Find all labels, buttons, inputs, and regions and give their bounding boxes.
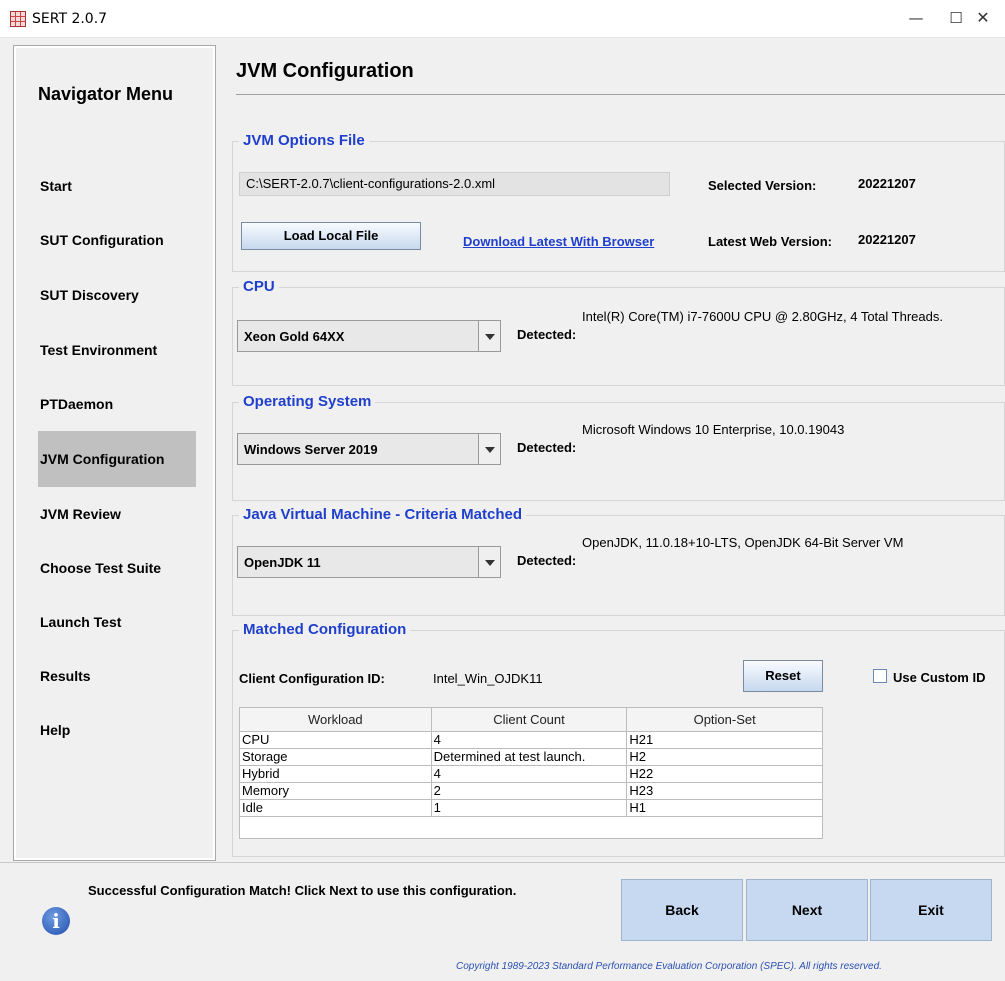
back-button[interactable]: Back xyxy=(621,879,743,941)
jvm-section: Java Virtual Machine - Criteria Matched … xyxy=(232,506,1005,616)
cell-client-count: 2 xyxy=(430,782,628,800)
jvm-detected-label: Detected: xyxy=(517,553,577,568)
nav-item-jvm-configuration[interactable]: JVM Configuration xyxy=(38,431,196,487)
nav-item-results[interactable]: Results xyxy=(38,648,198,704)
title-bar: SERT 2.0.7 — ☐ ✕ xyxy=(0,0,1005,38)
jvm-select-value: OpenJDK 11 xyxy=(244,555,321,570)
navigator-menu: Navigator Menu Start SUT Configuration S… xyxy=(13,45,216,861)
nav-item-choose-test-suite[interactable]: Choose Test Suite xyxy=(38,540,198,596)
load-local-file-button[interactable]: Load Local File xyxy=(241,222,421,250)
cell-option-set: H2 xyxy=(626,748,823,766)
close-button[interactable]: ✕ xyxy=(960,0,1005,36)
cpu-detected-label: Detected: xyxy=(517,327,577,342)
os-select[interactable]: Windows Server 2019 xyxy=(237,433,501,465)
chevron-down-icon[interactable] xyxy=(478,547,500,577)
matched-configuration-legend: Matched Configuration xyxy=(239,621,411,638)
os-detected-label: Detected: xyxy=(517,440,577,455)
latest-web-version-value: 20221207 xyxy=(858,232,916,247)
cell-workload: Storage xyxy=(239,748,432,766)
table-row[interactable]: Idle 1 H1 xyxy=(239,799,823,817)
next-button[interactable]: Next xyxy=(746,879,868,941)
nav-item-help[interactable]: Help xyxy=(38,702,198,758)
cpu-select-value: Xeon Gold 64XX xyxy=(244,329,345,344)
cell-option-set: H22 xyxy=(626,765,823,783)
os-section: Operating System Windows Server 2019 Det… xyxy=(232,393,1005,501)
cell-workload: Hybrid xyxy=(239,765,432,783)
cell-client-count: 4 xyxy=(430,731,628,749)
client-config-id-value: Intel_Win_OJDK11 xyxy=(433,671,543,686)
client-config-id-label: Client Configuration ID: xyxy=(239,671,385,686)
cpu-select[interactable]: Xeon Gold 64XX xyxy=(237,320,501,352)
page-title: JVM Configuration xyxy=(236,60,414,82)
chevron-down-icon[interactable] xyxy=(478,321,500,351)
selected-version-label: Selected Version: xyxy=(708,178,817,193)
jvm-options-legend: JVM Options File xyxy=(239,132,369,149)
info-icon: i xyxy=(42,907,70,935)
footer: i Successful Configuration Match! Click … xyxy=(0,862,1005,981)
download-latest-link[interactable]: Download Latest With Browser xyxy=(463,234,654,249)
nav-item-jvm-review[interactable]: JVM Review xyxy=(38,486,198,542)
nav-item-launch-test[interactable]: Launch Test xyxy=(38,594,198,650)
table-row[interactable]: CPU 4 H21 xyxy=(239,731,823,749)
workload-table: Workload Client Count Option-Set CPU 4 H… xyxy=(239,707,823,839)
cpu-section: CPU Xeon Gold 64XX Detected: Intel(R) Co… xyxy=(232,278,1005,386)
custom-id-label: Use Custom ID xyxy=(893,670,986,685)
jvm-detected-value: OpenJDK, 11.0.18+10-LTS, OpenJDK 64-Bit … xyxy=(582,535,904,550)
navigator-title: Navigator Menu xyxy=(38,84,174,104)
main-panel: JVM Configuration JVM Options File C:\SE… xyxy=(222,46,1005,860)
cpu-detected-value: Intel(R) Core(TM) i7-7600U CPU @ 2.80GHz… xyxy=(582,309,943,324)
os-select-value: Windows Server 2019 xyxy=(244,442,378,457)
selected-version-value: 20221207 xyxy=(858,176,916,191)
cell-workload: CPU xyxy=(239,731,432,749)
chevron-down-icon[interactable] xyxy=(478,434,500,464)
os-detected-value: Microsoft Windows 10 Enterprise, 10.0.19… xyxy=(582,422,845,437)
cell-option-set: H21 xyxy=(626,731,823,749)
jvm-options-section: JVM Options File C:\SERT-2.0.7\client-co… xyxy=(232,132,1005,272)
status-message: Successful Configuration Match! Click Ne… xyxy=(88,883,517,898)
exit-button[interactable]: Exit xyxy=(870,879,992,941)
app-grid-icon xyxy=(10,11,26,27)
os-legend: Operating System xyxy=(239,393,376,410)
reset-button[interactable]: Reset xyxy=(743,660,823,692)
header-workload[interactable]: Workload xyxy=(239,707,432,732)
cell-client-count: 1 xyxy=(430,799,628,817)
custom-id-checkbox[interactable] xyxy=(873,669,887,683)
cell-client-count: Determined at test launch. xyxy=(430,748,628,766)
options-file-path: C:\SERT-2.0.7\client-configurations-2.0.… xyxy=(239,172,670,196)
jvm-select[interactable]: OpenJDK 11 xyxy=(237,546,501,578)
nav-item-test-environment[interactable]: Test Environment xyxy=(38,322,198,378)
nav-item-sut-configuration[interactable]: SUT Configuration xyxy=(38,212,198,268)
latest-web-version-label: Latest Web Version: xyxy=(708,234,833,249)
jvm-legend: Java Virtual Machine - Criteria Matched xyxy=(239,506,526,523)
matched-configuration-section: Matched Configuration Client Configurati… xyxy=(232,621,1005,857)
nav-item-sut-discovery[interactable]: SUT Discovery xyxy=(38,267,198,323)
table-header-row: Workload Client Count Option-Set xyxy=(239,707,823,732)
cell-client-count: 4 xyxy=(430,765,628,783)
nav-item-start[interactable]: Start xyxy=(38,158,198,214)
table-row[interactable]: Hybrid 4 H22 xyxy=(239,765,823,783)
window-title: SERT 2.0.7 xyxy=(32,11,108,27)
title-divider xyxy=(236,94,1005,95)
header-option-set[interactable]: Option-Set xyxy=(626,707,823,732)
table-row[interactable]: Storage Determined at test launch. H2 xyxy=(239,748,823,766)
cell-workload: Memory xyxy=(239,782,432,800)
cell-workload: Idle xyxy=(239,799,432,817)
cell-option-set: H23 xyxy=(626,782,823,800)
cpu-legend: CPU xyxy=(239,278,279,295)
copyright-text: Copyright 1989-2023 Standard Performance… xyxy=(456,961,882,972)
header-client-count[interactable]: Client Count xyxy=(430,707,628,732)
table-empty-row xyxy=(239,816,823,839)
nav-item-ptdaemon[interactable]: PTDaemon xyxy=(38,376,198,432)
empty-cell xyxy=(239,816,823,839)
table-row[interactable]: Memory 2 H23 xyxy=(239,782,823,800)
cell-option-set: H1 xyxy=(626,799,823,817)
